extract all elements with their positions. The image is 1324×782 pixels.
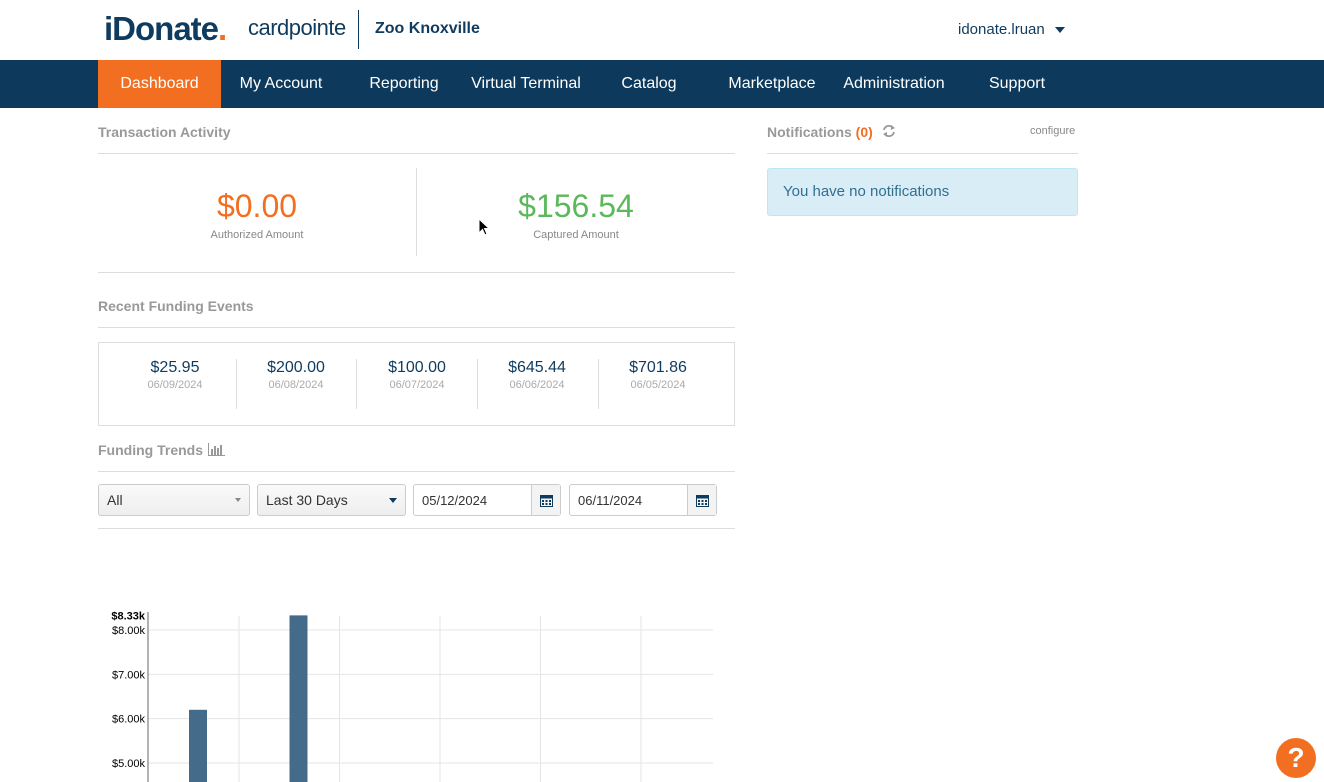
nav-dashboard[interactable]: Dashboard [98,60,221,108]
chart-y-tick-label: $6.00k [112,714,146,726]
chevron-down-icon [235,498,241,502]
nav-support[interactable]: Support [957,60,1077,108]
funding-event[interactable]: $100.00 06/07/2024 [357,359,477,391]
user-menu[interactable]: idonate.lruan [958,21,1065,38]
divider [98,272,735,273]
refresh-icon[interactable] [882,124,896,138]
user-name: idonate.lruan [958,21,1045,38]
chart-y-tick-label: $8.00k [112,625,146,637]
divider [98,471,735,472]
funding-trends-title: Funding Trends [98,442,203,458]
funding-trends-chart: $8.33k $8.00k $7.00k $6.00k $5.00k [111,610,713,782]
chevron-down-icon [1054,26,1065,33]
idonate-logo[interactable]: iDonate. [104,10,227,48]
nav-marketplace[interactable]: Marketplace [712,60,832,108]
notifications-title: Notifications (0) [767,124,873,140]
date-range-value: Last 30 Days [266,492,348,508]
merchant-name: Zoo Knoxville [375,20,480,37]
start-date-input[interactable] [414,485,532,515]
notifications-count: (0) [855,124,873,140]
nav-administration[interactable]: Administration [834,60,954,108]
chart-y-tick-label: $8.33k [111,610,146,622]
funding-events-panel: $25.95 06/09/2024 $200.00 06/08/2024 $10… [98,342,735,426]
divider [98,528,735,529]
mouse-cursor-icon [478,218,490,236]
captured-amount: $156.54 [518,188,634,224]
help-button[interactable]: ? [1276,738,1316,778]
nav-virtual-terminal[interactable]: Virtual Terminal [466,60,586,108]
chart-bar [189,709,207,782]
funding-event-amount: $25.95 [150,359,200,376]
authorized-amount-label: Authorized Amount [210,229,304,241]
end-date-input[interactable] [570,485,688,515]
no-notifications-alert: You have no notifications [767,168,1078,216]
bar-chart-icon[interactable] [208,443,225,456]
funding-filter-value: All [107,492,123,508]
chart-y-tick-label: $7.00k [112,669,146,681]
nav-my-account[interactable]: My Account [221,60,341,108]
calendar-icon[interactable] [532,485,560,515]
nav-reporting[interactable]: Reporting [344,60,464,108]
funding-event-date: 06/06/2024 [509,379,565,391]
calendar-icon[interactable] [688,485,716,515]
main-nav: Dashboard My Account Reporting Virtual T… [0,60,1324,108]
funding-event-amount: $200.00 [267,359,325,376]
nav-catalog[interactable]: Catalog [589,60,709,108]
captured-amount-label: Captured Amount [533,229,619,241]
start-date-picker [413,484,561,516]
cardpointe-logo: cardpointe [248,15,346,40]
configure-link[interactable]: configure [1030,125,1075,137]
funding-event-date: 06/08/2024 [268,379,324,391]
chevron-down-icon [389,498,397,503]
divider [98,153,735,154]
funding-event-date: 06/09/2024 [147,379,203,391]
funding-event[interactable]: $701.86 06/05/2024 [598,359,718,391]
funding-filter-select[interactable]: All [98,484,250,516]
funding-event-amount: $701.86 [629,359,687,376]
divider [98,327,735,328]
funding-event-date: 06/07/2024 [389,379,445,391]
chart-y-tick-label: $5.00k [112,758,146,770]
funding-event-amount: $645.44 [508,359,566,376]
end-date-picker [569,484,717,516]
chart-bar [289,615,308,782]
authorized-amount: $0.00 [216,188,298,224]
header-divider [358,10,359,49]
divider [767,153,1078,154]
top-header: iDonate. cardpointe Zoo Knoxville idonat… [0,0,1324,60]
funding-event-amount: $100.00 [388,359,446,376]
funding-event-date: 06/05/2024 [630,379,686,391]
funding-event[interactable]: $25.95 06/09/2024 [115,359,235,391]
recent-funding-events-title: Recent Funding Events [98,298,254,314]
transaction-activity-title: Transaction Activity [98,124,231,140]
funding-event[interactable]: $200.00 06/08/2024 [236,359,356,391]
funding-event[interactable]: $645.44 06/06/2024 [477,359,597,391]
date-range-select[interactable]: Last 30 Days [257,484,406,516]
